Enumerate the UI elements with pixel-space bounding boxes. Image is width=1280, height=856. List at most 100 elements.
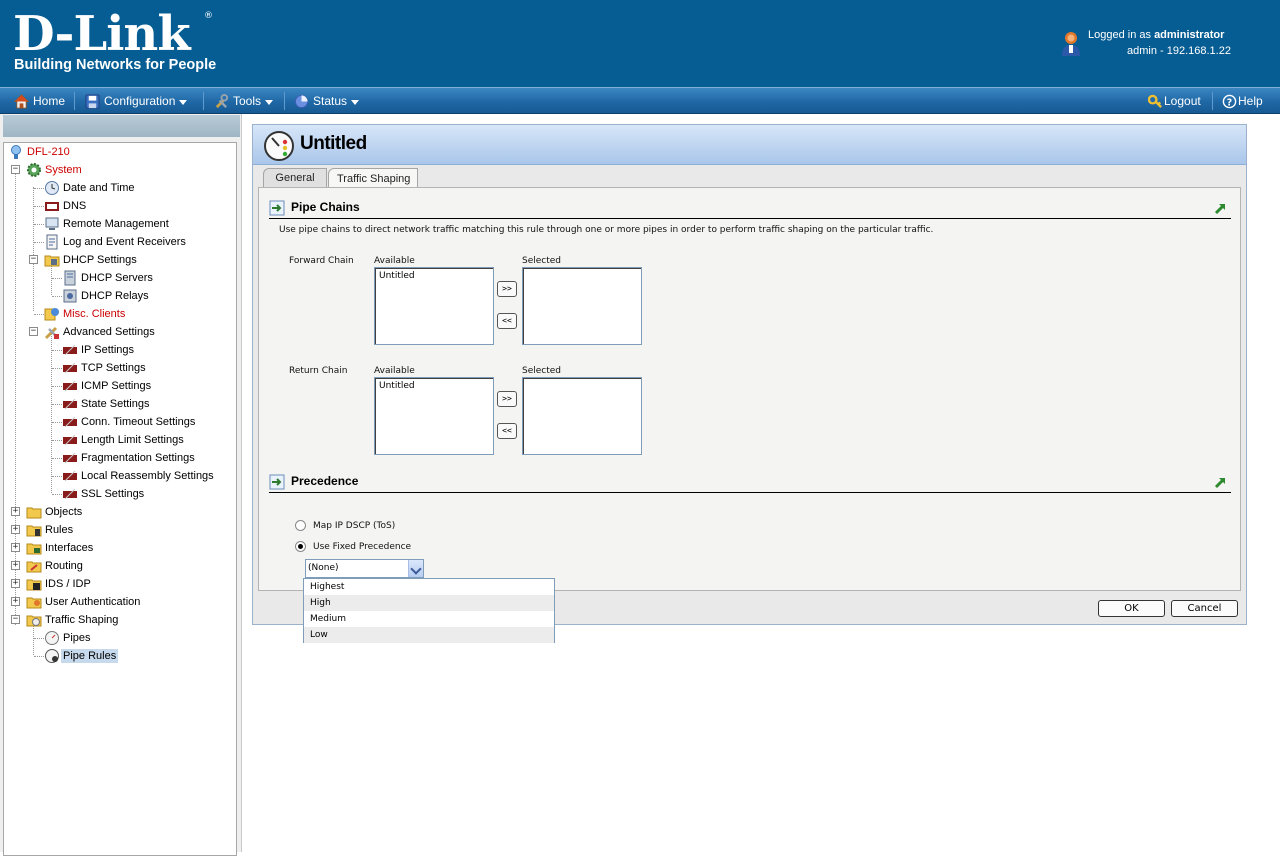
home-icon (14, 93, 29, 109)
expand-icon[interactable]: + (11, 507, 20, 516)
tree-node-ssl-settings[interactable]: SSL Settings (62, 485, 146, 503)
radio-use-fixed-precedence[interactable] (295, 541, 306, 552)
menu-status[interactable]: Status (294, 88, 360, 114)
forward-available-label: Available (374, 256, 415, 266)
tree-node-ids-idp[interactable]: IDS / IDP (26, 575, 93, 593)
tree-label: State Settings (81, 398, 150, 410)
tree-node-user-authentication[interactable]: User Authentication (26, 593, 142, 611)
ok-button[interactable]: OK (1098, 600, 1165, 617)
menu-configuration[interactable]: Configuration (85, 88, 188, 114)
tree-connector (52, 422, 62, 423)
return-remove-button[interactable]: << (497, 423, 517, 439)
tree-node-log-event-receivers[interactable]: Log and Event Receivers (44, 233, 188, 251)
menu-home-label: Home (33, 94, 66, 108)
collapse-section-icon[interactable] (1213, 200, 1229, 216)
expand-icon[interactable]: + (11, 561, 20, 570)
tree-node-traffic-shaping[interactable]: Traffic Shaping (26, 611, 120, 629)
menu-help[interactable]: ? Help (1222, 88, 1263, 114)
chevron-down-icon[interactable] (408, 560, 423, 577)
dropdown-option-high[interactable]: High (304, 595, 554, 611)
expand-icon[interactable]: + (11, 543, 20, 552)
expand-icon[interactable]: + (11, 525, 20, 534)
tree-label: Routing (45, 560, 83, 572)
cancel-button[interactable]: Cancel (1171, 600, 1238, 617)
forward-remove-button[interactable]: << (497, 313, 517, 329)
tree-node-local-reassembly-settings[interactable]: Local Reassembly Settings (62, 467, 216, 485)
tree-label: DNS (63, 200, 87, 212)
server-icon (64, 270, 76, 286)
tree-node-system[interactable]: System (26, 161, 84, 179)
forward-available-list[interactable]: Untitled (374, 267, 494, 345)
tree-node-objects[interactable]: Objects (26, 503, 84, 521)
floppy-disk-icon (85, 93, 100, 109)
computer-icon (45, 217, 59, 230)
tab-traffic-shaping[interactable]: Traffic Shaping (328, 168, 418, 188)
tree-node-pipes[interactable]: Pipes (44, 629, 93, 647)
gauge-icon (45, 649, 59, 663)
tree-label: Conn. Timeout Settings (81, 416, 196, 428)
tree-node-fragmentation-settings[interactable]: Fragmentation Settings (62, 449, 197, 467)
logged-in-prefix: Logged in as (1088, 29, 1151, 41)
tree-node-date-time[interactable]: Date and Time (44, 179, 137, 197)
interfaces-icon (26, 543, 42, 555)
tree-node-misc-clients[interactable]: Misc. Clients (44, 305, 127, 323)
tab-general[interactable]: General (263, 168, 327, 187)
dropdown-option-low[interactable]: Low (304, 627, 554, 643)
tree-node-routing[interactable]: Routing (26, 557, 85, 575)
menu-home[interactable]: Home (14, 88, 65, 114)
collapse-icon[interactable]: − (29, 327, 38, 336)
tree-node-dhcp-settings[interactable]: DHCP Settings (44, 251, 139, 269)
tree-node-conn-timeout-settings[interactable]: Conn. Timeout Settings (62, 413, 197, 431)
tree-label: TCP Settings (81, 362, 146, 374)
menu-tools[interactable]: Tools (214, 88, 274, 114)
dropdown-option-medium[interactable]: Medium (304, 611, 554, 627)
section-arrow-icon (269, 474, 285, 490)
tree-node-advanced-settings[interactable]: Advanced Settings (44, 323, 157, 341)
navigation-sidebar: DFL-210 − System Date and Time DNS Remot… (0, 114, 242, 856)
tree-node-interfaces[interactable]: Interfaces (26, 539, 95, 557)
tree-node-tcp-settings[interactable]: TCP Settings (62, 359, 148, 377)
collapse-icon[interactable]: − (29, 255, 38, 264)
user-icon (1062, 32, 1080, 56)
traffic-shaping-icon (26, 615, 42, 627)
forward-add-button[interactable]: >> (497, 281, 517, 297)
menu-logout-label: Logout (1164, 94, 1201, 108)
list-item[interactable]: Untitled (375, 268, 493, 284)
expand-icon[interactable]: + (11, 579, 20, 588)
collapse-icon[interactable]: − (11, 165, 20, 174)
precedence-select[interactable]: (None) (305, 559, 424, 578)
dropdown-option-highest[interactable]: Highest (304, 579, 554, 595)
relay-icon (63, 289, 77, 303)
tree-connector (34, 656, 44, 657)
tree-connector (34, 188, 44, 189)
tree-node-icmp-settings[interactable]: ICMP Settings (62, 377, 153, 395)
tree-node-ip-settings[interactable]: IP Settings (62, 341, 136, 359)
tree-node-dhcp-relays[interactable]: DHCP Relays (62, 287, 151, 305)
menu-logout[interactable]: Logout (1148, 88, 1201, 114)
tree-node-remote-management[interactable]: Remote Management (44, 215, 171, 233)
tree-node-dhcp-servers[interactable]: DHCP Servers (62, 269, 155, 287)
radio-map-ip-dscp[interactable] (295, 520, 306, 531)
list-item[interactable]: Untitled (375, 378, 493, 394)
return-add-button[interactable]: >> (497, 391, 517, 407)
tree-node-pipe-rules[interactable]: Pipe Rules (44, 647, 119, 665)
forward-selected-list[interactable] (522, 267, 642, 345)
tree-node-state-settings[interactable]: State Settings (62, 395, 152, 413)
settings-badge-icon (63, 434, 77, 446)
return-selected-list[interactable] (522, 377, 642, 455)
collapse-icon[interactable]: − (11, 615, 20, 624)
precedence-dropdown-list[interactable]: Highest High Medium Low (303, 578, 555, 643)
expand-icon[interactable]: + (11, 597, 20, 606)
tree-node-dfl-210[interactable]: DFL-210 (8, 143, 72, 161)
section-title: Pipe Chains (291, 200, 360, 214)
return-available-list[interactable]: Untitled (374, 377, 494, 455)
tree-node-rules[interactable]: Rules (26, 521, 75, 539)
collapse-section-icon[interactable] (1213, 474, 1229, 490)
tree-node-length-limit-settings[interactable]: Length Limit Settings (62, 431, 186, 449)
menu-separator (74, 92, 75, 110)
forward-chain-label: Forward Chain (289, 256, 354, 266)
tree-label: Log and Event Receivers (63, 236, 186, 248)
page-title: Untitled (300, 133, 367, 154)
tree-node-dns[interactable]: DNS (44, 197, 88, 215)
tree-connector (52, 476, 62, 477)
